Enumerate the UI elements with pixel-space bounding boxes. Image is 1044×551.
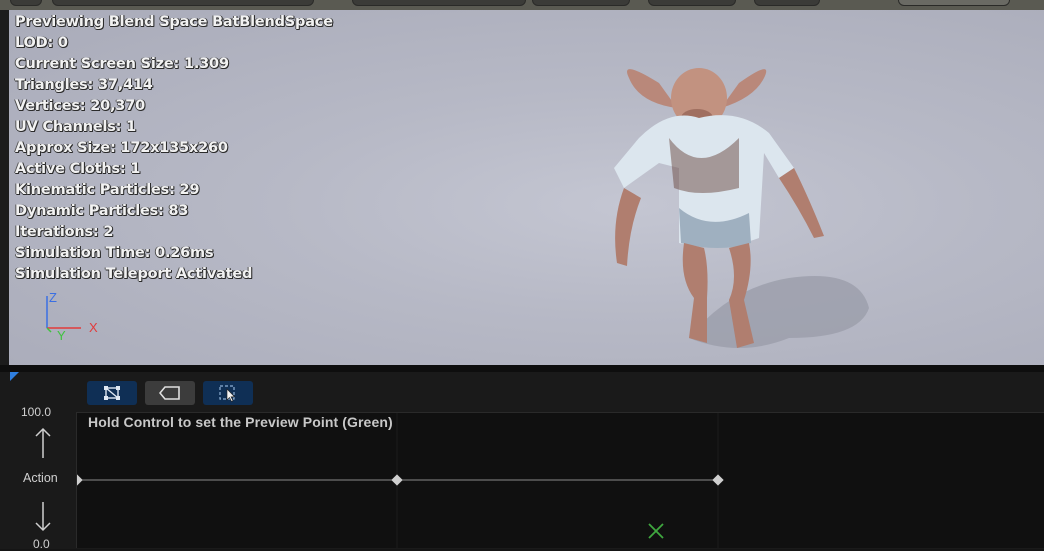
sample-point[interactable] xyxy=(77,474,83,486)
top-toolbar-strip xyxy=(0,0,1044,10)
panel-corner-marker xyxy=(10,372,19,381)
axis-gizmo: Z X Y xyxy=(43,290,103,345)
stats-line: Kinematic Particles: 29 xyxy=(15,182,200,198)
arrow-down-icon xyxy=(35,502,51,532)
preview-viewport[interactable]: Previewing Blend Space BatBlendSpace LOD… xyxy=(9,10,1044,365)
toolbar-button[interactable] xyxy=(754,0,820,6)
select-mode-button[interactable] xyxy=(203,381,253,405)
stats-line: Current Screen Size: 1.309 xyxy=(15,56,229,72)
axis-z-label: Z xyxy=(49,290,57,305)
toolbar-button[interactable] xyxy=(352,0,526,6)
axis-x-label: X xyxy=(89,320,98,335)
sample-point[interactable] xyxy=(391,474,403,486)
edit-grid-icon xyxy=(104,386,120,400)
tag-icon xyxy=(159,386,180,400)
stats-line: Vertices: 20,370 xyxy=(15,98,145,114)
bat-character-preview[interactable] xyxy=(589,38,889,358)
toolbar-button[interactable] xyxy=(648,0,736,6)
arrow-up-icon xyxy=(35,427,51,458)
toolbar-button[interactable] xyxy=(52,0,314,6)
blend-space-graph[interactable]: Hold Control to set the Preview Point (G… xyxy=(76,412,1044,548)
panel-separator[interactable] xyxy=(0,365,1044,372)
stats-title: Previewing Blend Space BatBlendSpace xyxy=(15,14,333,30)
select-pointer-icon xyxy=(219,385,236,402)
stats-line: UV Channels: 1 xyxy=(15,119,137,135)
y-axis-name-label[interactable]: Action xyxy=(23,471,58,485)
y-axis-max-label: 100.0 xyxy=(21,405,52,419)
toolbar-button[interactable] xyxy=(898,0,1010,6)
stats-line: Approx Size: 172x135x260 xyxy=(15,140,228,156)
toolbar-button[interactable] xyxy=(10,0,42,6)
stats-line: Triangles: 37,414 xyxy=(15,77,153,93)
edit-mode-button[interactable] xyxy=(87,381,137,405)
axis-y-label: Y xyxy=(57,328,66,343)
stats-line: Iterations: 2 xyxy=(15,224,114,240)
stats-line: Simulation Time: 0.26ms xyxy=(15,245,214,261)
stats-line: Simulation Teleport Activated xyxy=(15,266,253,282)
preview-point-marker[interactable] xyxy=(648,523,664,539)
toolbar-button[interactable] xyxy=(532,0,630,6)
viewport-stats-overlay: Previewing Blend Space BatBlendSpace LOD… xyxy=(15,12,333,285)
sample-point[interactable] xyxy=(712,474,724,486)
viewport-left-gutter xyxy=(0,10,9,365)
stats-line: Dynamic Particles: 83 xyxy=(15,203,189,219)
stats-line: LOD: 0 xyxy=(15,35,68,51)
tag-mode-button[interactable] xyxy=(145,381,195,405)
graph-canvas[interactable] xyxy=(77,413,1044,548)
stats-line: Active Cloths: 1 xyxy=(15,161,141,177)
